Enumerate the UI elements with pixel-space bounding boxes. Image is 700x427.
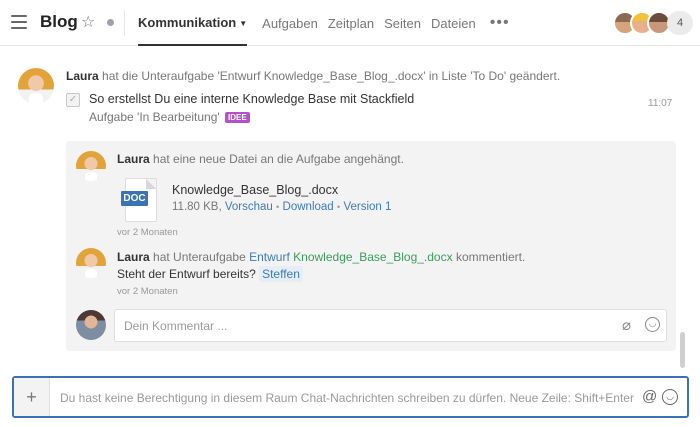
comment-header: Laura hat Unteraufgabe Entwurf Knowledge… xyxy=(117,250,525,264)
tag-badge: IDEE xyxy=(225,112,250,123)
file-meta: 11.80 KB, Vorschau • Download • Version … xyxy=(172,201,391,213)
mention-steffen[interactable]: Steffen xyxy=(259,266,303,282)
separator: • xyxy=(276,202,280,213)
paperclip-icon[interactable]: ⌀ xyxy=(622,316,631,334)
task-title[interactable]: So erstellst Du eine interne Knowledge B… xyxy=(89,92,414,106)
file-link[interactable]: Knowledge_Base_Blog_.docx xyxy=(293,250,452,264)
mention-icon[interactable]: @ xyxy=(642,388,657,405)
task-link[interactable]: Entwurf xyxy=(249,250,290,264)
timestamp: 11:07 xyxy=(648,98,673,109)
author-name[interactable]: Laura xyxy=(117,152,150,166)
menu-icon[interactable] xyxy=(11,15,27,29)
task-checkbox[interactable]: ✓ xyxy=(66,93,80,107)
tab-aufgaben[interactable]: Aufgaben xyxy=(262,16,318,31)
doc-file-icon[interactable]: DOC xyxy=(121,178,157,222)
author-name[interactable]: Laura xyxy=(66,69,99,83)
post-action: hat eine neue Datei an die Aufgabe angeh… xyxy=(153,152,404,166)
comment-input[interactable]: Dein Kommentar ... ⌀ ◡ xyxy=(114,309,667,342)
avatar-current-user xyxy=(76,310,106,340)
file-size: 11.80 KB, xyxy=(172,201,222,213)
comment-body: Steht der Entwurf bereits? Steffen xyxy=(117,266,303,282)
author-name[interactable]: Laura xyxy=(117,250,150,264)
comment-action: hat Unteraufgabe xyxy=(153,250,246,264)
file-name[interactable]: Knowledge_Base_Blog_.docx xyxy=(172,183,338,197)
avatar-laura[interactable] xyxy=(18,68,54,104)
emoji-icon[interactable]: ◡ xyxy=(645,317,660,332)
scrollbar[interactable] xyxy=(680,332,685,368)
tab-dateien[interactable]: Dateien xyxy=(431,16,476,31)
star-icon[interactable]: ☆ xyxy=(81,12,95,32)
version-link[interactable]: Version 1 xyxy=(343,201,391,213)
top-bar: Blog ☆ Kommunikation ▼ Aufgaben Zeitplan … xyxy=(0,0,700,46)
separator: • xyxy=(336,202,341,213)
tab-zeitplan[interactable]: Zeitplan xyxy=(328,16,374,31)
activity-action: hat die Unteraufgabe 'Entwurf Knowledge_… xyxy=(102,69,561,83)
tab-kommunikation[interactable]: Kommunikation ▼ xyxy=(138,0,248,46)
room-title: Blog xyxy=(40,12,78,31)
more-icon[interactable]: ••• xyxy=(490,14,510,32)
tab-seiten[interactable]: Seiten xyxy=(384,16,421,31)
emoji-icon[interactable]: ◡ xyxy=(662,389,678,405)
task-status: Aufgabe 'In Bearbeitung' IDEE xyxy=(89,110,250,124)
member-count[interactable]: 4 xyxy=(667,11,693,35)
chat-composer[interactable]: + Du hast keine Berechtigung in diesem R… xyxy=(12,376,689,418)
chevron-down-icon: ▼ xyxy=(239,19,248,28)
divider xyxy=(124,10,125,36)
add-attachment-button[interactable]: + xyxy=(14,378,50,416)
post-time: vor 2 Monaten xyxy=(117,227,178,238)
file-post-header: Laura hat eine neue Datei an die Aufgabe… xyxy=(117,152,404,166)
download-link[interactable]: Download xyxy=(283,201,334,213)
comment-time: vor 2 Monaten xyxy=(117,286,178,297)
composer-message: Du hast keine Berechtigung in diesem Rau… xyxy=(60,391,634,405)
room-nav: Kommunikation ▼ Aufgaben Zeitplan Seiten … xyxy=(138,0,520,46)
status-dot xyxy=(107,19,114,26)
avatar-laura[interactable] xyxy=(76,248,106,278)
activity-text: Laura hat die Unteraufgabe 'Entwurf Know… xyxy=(66,69,666,83)
avatar-laura[interactable] xyxy=(76,151,106,181)
comment-action-end: kommentiert. xyxy=(455,250,526,264)
preview-link[interactable]: Vorschau xyxy=(225,201,273,213)
